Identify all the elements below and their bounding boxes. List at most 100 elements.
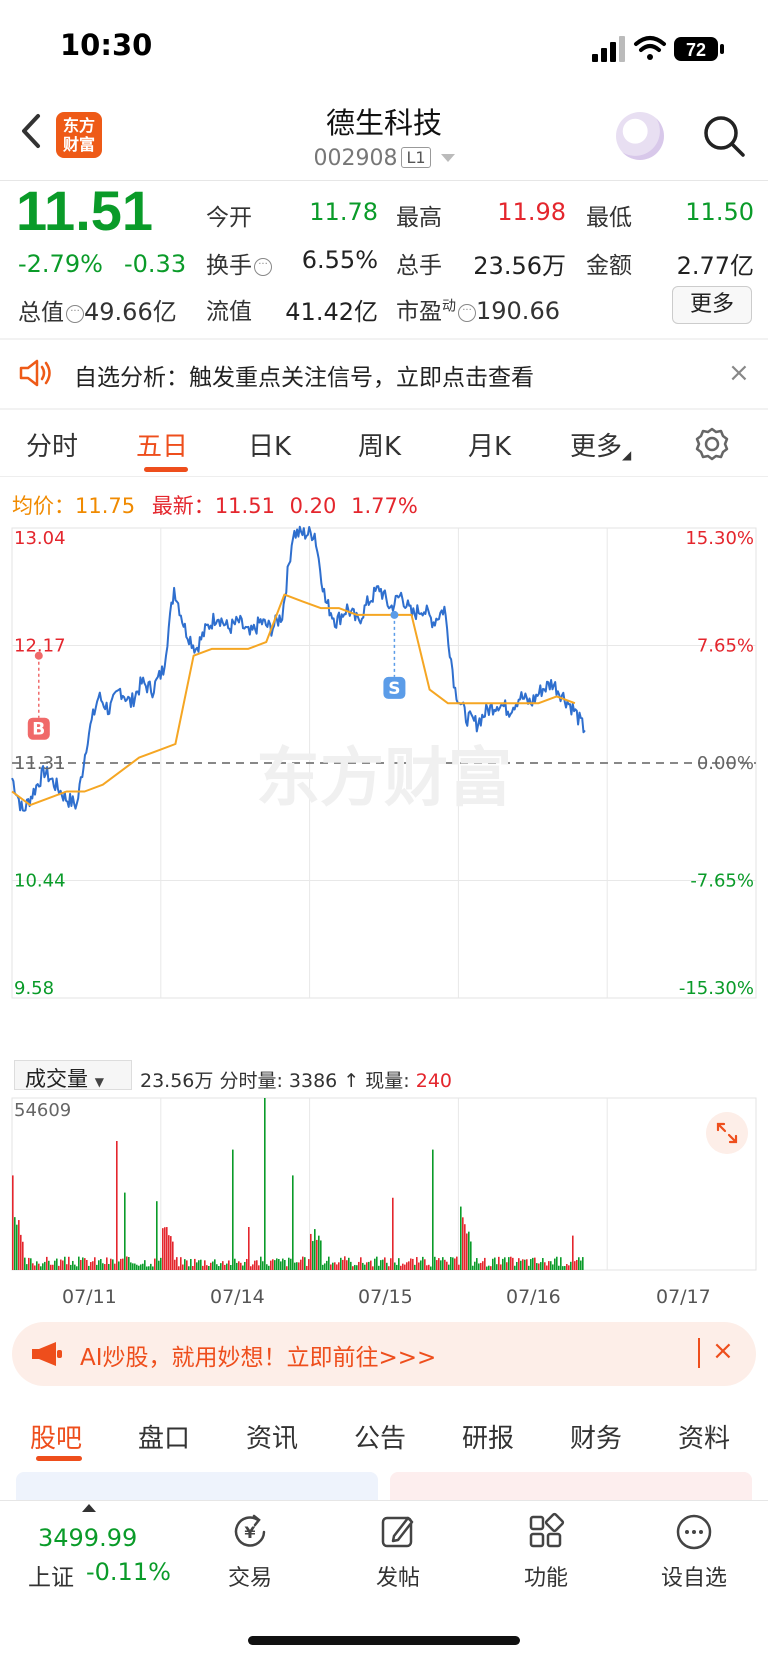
tab-research[interactable]: 研报 bbox=[462, 1418, 514, 1455]
index-value[interactable]: 3499.99 bbox=[38, 1524, 137, 1552]
volume-bar bbox=[88, 1265, 90, 1270]
volume-bar bbox=[312, 1241, 314, 1270]
open-label: 今开 bbox=[206, 205, 252, 231]
volume-bar bbox=[266, 1264, 268, 1270]
volume-bar bbox=[122, 1258, 124, 1270]
volume-bar bbox=[22, 1241, 24, 1270]
volume-bar bbox=[238, 1261, 240, 1270]
total-mv: 总值 ··· 49.66亿 bbox=[18, 298, 177, 326]
edit-icon[interactable] bbox=[378, 1512, 418, 1552]
price-chart[interactable]: 东方财富 BS 13.04 15.30%12.17 7.65%11.31 0.00%1… bbox=[0, 520, 768, 1060]
post-card-right[interactable] bbox=[390, 1472, 752, 1502]
search-icon[interactable] bbox=[700, 112, 748, 160]
tab-add-watchlist[interactable]: 设自选 bbox=[639, 1560, 749, 1592]
tab-profile[interactable]: 资料 bbox=[678, 1418, 730, 1455]
volume-bar bbox=[118, 1261, 120, 1270]
volume-bar bbox=[174, 1259, 176, 1270]
tab-announcements[interactable]: 公告 bbox=[354, 1418, 406, 1455]
volume-bar bbox=[12, 1175, 14, 1270]
volume-bar bbox=[554, 1258, 556, 1270]
volume-total: 23.56万 bbox=[140, 1070, 214, 1092]
volume-bar bbox=[202, 1265, 204, 1270]
volume-bar bbox=[70, 1264, 72, 1270]
chevron-down-icon[interactable] bbox=[440, 154, 455, 162]
alert-close-button[interactable]: × bbox=[728, 358, 750, 388]
minute-volume: 3386 bbox=[288, 1070, 338, 1092]
volume-indicator-select[interactable]: 成交量 ▼ bbox=[14, 1060, 132, 1091]
volume-bar bbox=[366, 1262, 368, 1270]
chevron-down-icon: ▼ bbox=[94, 1075, 104, 1089]
ai-banner-text[interactable]: AI炒股，就用妙想！立即前往>>> bbox=[80, 1338, 436, 1372]
volume-bar bbox=[100, 1259, 102, 1270]
volume-chart[interactable] bbox=[0, 1090, 768, 1280]
volume-bar bbox=[258, 1265, 260, 1270]
tab-more[interactable]: 更多◢ bbox=[570, 426, 631, 463]
status-icons: 72 bbox=[592, 36, 724, 62]
chevron-up-icon[interactable] bbox=[82, 1504, 96, 1512]
volume-bar bbox=[526, 1259, 528, 1270]
volume-bar bbox=[546, 1265, 548, 1270]
divider bbox=[0, 408, 768, 410]
volume-bar bbox=[400, 1265, 402, 1270]
more-button[interactable]: 更多 bbox=[672, 286, 752, 324]
volume-bar bbox=[126, 1256, 128, 1270]
volume-bar bbox=[256, 1260, 258, 1270]
expand-icon[interactable] bbox=[706, 1112, 748, 1154]
ai-banner-close-button[interactable]: × bbox=[712, 1336, 734, 1366]
current-volume-label: 现量: bbox=[365, 1070, 410, 1092]
volume-bar bbox=[178, 1266, 180, 1270]
tab-pankou[interactable]: 盘口 bbox=[138, 1418, 190, 1455]
index-change[interactable]: -0.11% bbox=[86, 1558, 171, 1586]
volume-bar bbox=[566, 1264, 568, 1270]
volume-bar bbox=[96, 1264, 98, 1270]
grid-icon[interactable] bbox=[526, 1512, 566, 1552]
tab-guba[interactable]: 股吧 bbox=[30, 1418, 82, 1455]
volume-bar bbox=[418, 1262, 420, 1270]
y-tick-label: 11.31 bbox=[14, 753, 66, 774]
tab-finance[interactable]: 财务 bbox=[570, 1418, 622, 1455]
tab-weekly-k[interactable]: 周K bbox=[358, 426, 401, 463]
volume-bar bbox=[246, 1258, 248, 1270]
volume-value: 23.56万 bbox=[473, 252, 566, 280]
tab-monthly-k[interactable]: 月K bbox=[468, 426, 511, 463]
tab-intraday[interactable]: 分时 bbox=[26, 426, 78, 463]
more-circle-icon[interactable] bbox=[674, 1512, 714, 1552]
tab-trade[interactable]: 交易 bbox=[195, 1560, 305, 1592]
assistant-avatar[interactable] bbox=[616, 112, 664, 160]
chart-legend: 均价：11.75 最新：11.51 0.20 1.77% bbox=[12, 490, 418, 520]
volume-bar bbox=[456, 1256, 458, 1270]
volume-bar bbox=[326, 1260, 328, 1270]
battery-icon: 72 bbox=[674, 37, 724, 61]
volume-bar bbox=[62, 1260, 64, 1270]
tab-functions[interactable]: 功能 bbox=[491, 1560, 601, 1592]
volume-bar bbox=[544, 1262, 546, 1270]
post-card-left[interactable] bbox=[16, 1472, 378, 1502]
volume-grid bbox=[11, 1097, 757, 1271]
volume-bar bbox=[562, 1266, 564, 1270]
volume-bar bbox=[18, 1220, 20, 1270]
signal-icon bbox=[592, 36, 625, 62]
volume-bar bbox=[454, 1258, 456, 1270]
volume-bar bbox=[330, 1264, 332, 1270]
volume-bar bbox=[538, 1263, 540, 1270]
tab-post[interactable]: 发帖 bbox=[343, 1560, 453, 1592]
volume-bar bbox=[254, 1260, 256, 1270]
volume-bar bbox=[102, 1263, 104, 1270]
volume-bar bbox=[394, 1262, 396, 1270]
tab-news[interactable]: 资讯 bbox=[246, 1418, 298, 1455]
tab-daily-k[interactable]: 日K bbox=[248, 426, 291, 463]
volume-bar bbox=[112, 1259, 114, 1270]
volume-bar bbox=[190, 1258, 192, 1270]
trade-icon[interactable]: ¥ bbox=[230, 1512, 270, 1552]
gear-icon[interactable] bbox=[694, 426, 730, 462]
volume-bar bbox=[60, 1259, 62, 1270]
volume-bar bbox=[410, 1258, 412, 1270]
date-label: 07/15 bbox=[358, 1286, 413, 1308]
volume-bar bbox=[170, 1236, 172, 1270]
volume-bar bbox=[120, 1258, 122, 1270]
alert-text[interactable]: 自选分析：触发重点关注信号，立即点击查看 bbox=[74, 358, 534, 392]
volume-summary: 23.56万 分时量: 3386 ↑ 现量: 240 bbox=[140, 1066, 452, 1093]
index-name[interactable]: 上证 bbox=[28, 1558, 74, 1592]
tab-five-day[interactable]: 五日 bbox=[136, 426, 188, 463]
volume-bars bbox=[12, 1098, 584, 1270]
